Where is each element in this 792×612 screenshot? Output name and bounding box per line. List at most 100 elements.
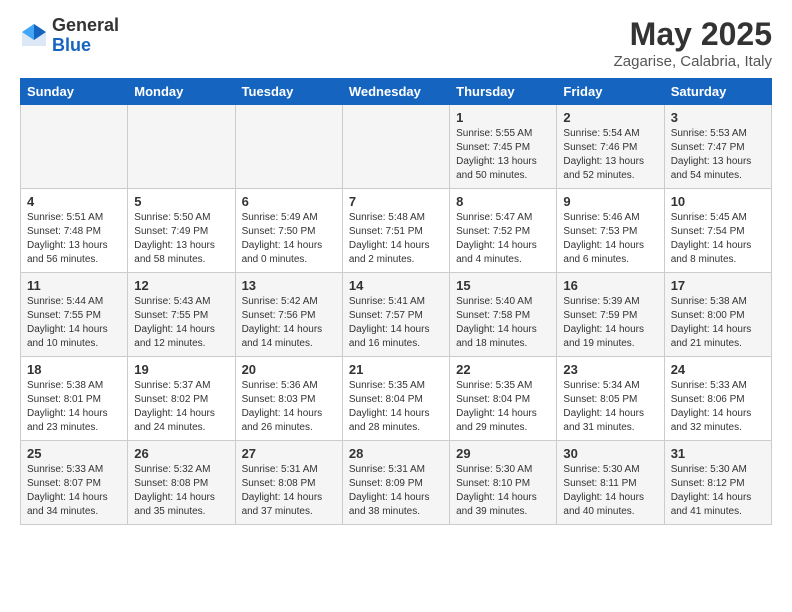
day-number: 15: [456, 278, 550, 293]
day-info: Sunrise: 5:53 AM Sunset: 7:47 PM Dayligh…: [671, 127, 765, 183]
table-cell: 29 Sunrise: 5:30 AM Sunset: 8:10 PM Dayli…: [450, 441, 557, 525]
day-info: Sunrise: 5:46 AM Sunset: 7:53 PM Dayligh…: [563, 211, 657, 267]
table-cell: 15 Sunrise: 5:40 AM Sunset: 7:58 PM Dayli…: [450, 273, 557, 357]
table-cell: [21, 105, 128, 189]
table-cell: 16Sunrise: 5:39 AM Sunset: 7:59 PM Dayli…: [557, 273, 664, 357]
logo-general: General: [52, 16, 119, 36]
day-number: 17: [671, 278, 765, 293]
day-info: Sunrise: 5:35 AM Sunset: 8:04 PM Dayligh…: [349, 379, 443, 435]
table-cell: 9Sunrise: 5:46 AM Sunset: 7:53 PM Daylig…: [557, 189, 664, 273]
table-cell: 6Sunrise: 5:49 AM Sunset: 7:50 PM Daylig…: [235, 189, 342, 273]
table-cell: 25 Sunrise: 5:33 AM Sunset: 8:07 PM Dayli…: [21, 441, 128, 525]
table-cell: 14 Sunrise: 5:41 AM Sunset: 7:57 PM Dayli…: [342, 273, 449, 357]
table-cell: 31Sunrise: 5:30 AM Sunset: 8:12 PM Dayli…: [664, 441, 771, 525]
table-cell: 7 Sunrise: 5:48 AM Sunset: 7:51 PM Daylig…: [342, 189, 449, 273]
header-sunday: Sunday: [21, 79, 128, 105]
logo: General Blue: [20, 16, 119, 56]
day-info: Sunrise: 5:30 AM Sunset: 8:11 PM Dayligh…: [563, 463, 657, 519]
table-cell: 20 Sunrise: 5:36 AM Sunset: 8:03 PM Dayli…: [235, 357, 342, 441]
header-thursday: Thursday: [450, 79, 557, 105]
day-info: Sunrise: 5:47 AM Sunset: 7:52 PM Dayligh…: [456, 211, 550, 267]
header-monday: Monday: [128, 79, 235, 105]
day-number: 20: [242, 362, 336, 377]
day-info: Sunrise: 5:31 AM Sunset: 8:08 PM Dayligh…: [242, 463, 336, 519]
day-info: Sunrise: 5:33 AM Sunset: 8:06 PM Dayligh…: [671, 379, 765, 435]
day-info: Sunrise: 5:38 AM Sunset: 8:01 PM Dayligh…: [27, 379, 121, 435]
week-row-2: 4Sunrise: 5:51 AM Sunset: 7:48 PM Daylig…: [21, 189, 772, 273]
day-info: Sunrise: 5:51 AM Sunset: 7:48 PM Dayligh…: [27, 211, 121, 267]
table-cell: 2Sunrise: 5:54 AM Sunset: 7:46 PM Daylig…: [557, 105, 664, 189]
day-info: Sunrise: 5:40 AM Sunset: 7:58 PM Dayligh…: [456, 295, 550, 351]
day-info: Sunrise: 5:48 AM Sunset: 7:51 PM Dayligh…: [349, 211, 443, 267]
day-number: 3: [671, 110, 765, 125]
calendar: Sunday Monday Tuesday Wednesday Thursday…: [20, 78, 772, 525]
day-info: Sunrise: 5:41 AM Sunset: 7:57 PM Dayligh…: [349, 295, 443, 351]
page: General Blue May 2025 Zagarise, Calabria…: [0, 0, 792, 541]
day-info: Sunrise: 5:43 AM Sunset: 7:55 PM Dayligh…: [134, 295, 228, 351]
day-info: Sunrise: 5:38 AM Sunset: 8:00 PM Dayligh…: [671, 295, 765, 351]
day-number: 29: [456, 446, 550, 461]
table-cell: 27 Sunrise: 5:31 AM Sunset: 8:08 PM Dayli…: [235, 441, 342, 525]
day-number: 7: [349, 194, 443, 209]
day-number: 21: [349, 362, 443, 377]
logo-text: General Blue: [52, 16, 119, 56]
day-number: 26: [134, 446, 228, 461]
table-cell: 8 Sunrise: 5:47 AM Sunset: 7:52 PM Daylig…: [450, 189, 557, 273]
week-row-4: 18Sunrise: 5:38 AM Sunset: 8:01 PM Dayli…: [21, 357, 772, 441]
week-row-3: 11 Sunrise: 5:44 AM Sunset: 7:55 PM Dayli…: [21, 273, 772, 357]
day-number: 28: [349, 446, 443, 461]
day-number: 8: [456, 194, 550, 209]
day-info: Sunrise: 5:45 AM Sunset: 7:54 PM Dayligh…: [671, 211, 765, 267]
day-number: 25: [27, 446, 121, 461]
day-number: 5: [134, 194, 228, 209]
table-cell: 28Sunrise: 5:31 AM Sunset: 8:09 PM Dayli…: [342, 441, 449, 525]
table-cell: 10 Sunrise: 5:45 AM Sunset: 7:54 PM Dayli…: [664, 189, 771, 273]
day-info: Sunrise: 5:44 AM Sunset: 7:55 PM Dayligh…: [27, 295, 121, 351]
day-number: 11: [27, 278, 121, 293]
header: General Blue May 2025 Zagarise, Calabria…: [20, 16, 772, 70]
title-block: May 2025 Zagarise, Calabria, Italy: [614, 16, 772, 70]
table-cell: 22 Sunrise: 5:35 AM Sunset: 8:04 PM Dayli…: [450, 357, 557, 441]
day-info: Sunrise: 5:50 AM Sunset: 7:49 PM Dayligh…: [134, 211, 228, 267]
table-cell: 13Sunrise: 5:42 AM Sunset: 7:56 PM Dayli…: [235, 273, 342, 357]
day-info: Sunrise: 5:49 AM Sunset: 7:50 PM Dayligh…: [242, 211, 336, 267]
day-info: Sunrise: 5:42 AM Sunset: 7:56 PM Dayligh…: [242, 295, 336, 351]
day-info: Sunrise: 5:55 AM Sunset: 7:45 PM Dayligh…: [456, 127, 550, 183]
day-info: Sunrise: 5:35 AM Sunset: 8:04 PM Dayligh…: [456, 379, 550, 435]
table-cell: 3 Sunrise: 5:53 AM Sunset: 7:47 PM Daylig…: [664, 105, 771, 189]
header-wednesday: Wednesday: [342, 79, 449, 105]
table-cell: 19Sunrise: 5:37 AM Sunset: 8:02 PM Dayli…: [128, 357, 235, 441]
table-cell: 5 Sunrise: 5:50 AM Sunset: 7:49 PM Daylig…: [128, 189, 235, 273]
week-row-5: 25 Sunrise: 5:33 AM Sunset: 8:07 PM Dayli…: [21, 441, 772, 525]
header-saturday: Saturday: [664, 79, 771, 105]
day-info: Sunrise: 5:30 AM Sunset: 8:12 PM Dayligh…: [671, 463, 765, 519]
day-number: 24: [671, 362, 765, 377]
table-cell: 24 Sunrise: 5:33 AM Sunset: 8:06 PM Dayli…: [664, 357, 771, 441]
table-cell: [128, 105, 235, 189]
month-title: May 2025: [614, 16, 772, 53]
day-number: 10: [671, 194, 765, 209]
day-info: Sunrise: 5:36 AM Sunset: 8:03 PM Dayligh…: [242, 379, 336, 435]
header-friday: Friday: [557, 79, 664, 105]
day-info: Sunrise: 5:33 AM Sunset: 8:07 PM Dayligh…: [27, 463, 121, 519]
day-info: Sunrise: 5:54 AM Sunset: 7:46 PM Dayligh…: [563, 127, 657, 183]
day-number: 14: [349, 278, 443, 293]
day-number: 23: [563, 362, 657, 377]
table-cell: 23Sunrise: 5:34 AM Sunset: 8:05 PM Dayli…: [557, 357, 664, 441]
table-cell: 21 Sunrise: 5:35 AM Sunset: 8:04 PM Dayli…: [342, 357, 449, 441]
logo-blue: Blue: [52, 36, 119, 56]
day-number: 16: [563, 278, 657, 293]
day-number: 12: [134, 278, 228, 293]
day-info: Sunrise: 5:30 AM Sunset: 8:10 PM Dayligh…: [456, 463, 550, 519]
day-number: 22: [456, 362, 550, 377]
table-cell: [235, 105, 342, 189]
day-number: 27: [242, 446, 336, 461]
table-cell: 1Sunrise: 5:55 AM Sunset: 7:45 PM Daylig…: [450, 105, 557, 189]
table-cell: 17 Sunrise: 5:38 AM Sunset: 8:00 PM Dayli…: [664, 273, 771, 357]
weekday-header-row: Sunday Monday Tuesday Wednesday Thursday…: [21, 79, 772, 105]
table-cell: 11 Sunrise: 5:44 AM Sunset: 7:55 PM Dayli…: [21, 273, 128, 357]
table-cell: 12 Sunrise: 5:43 AM Sunset: 7:55 PM Dayli…: [128, 273, 235, 357]
week-row-1: 1Sunrise: 5:55 AM Sunset: 7:45 PM Daylig…: [21, 105, 772, 189]
day-info: Sunrise: 5:37 AM Sunset: 8:02 PM Dayligh…: [134, 379, 228, 435]
day-info: Sunrise: 5:32 AM Sunset: 8:08 PM Dayligh…: [134, 463, 228, 519]
